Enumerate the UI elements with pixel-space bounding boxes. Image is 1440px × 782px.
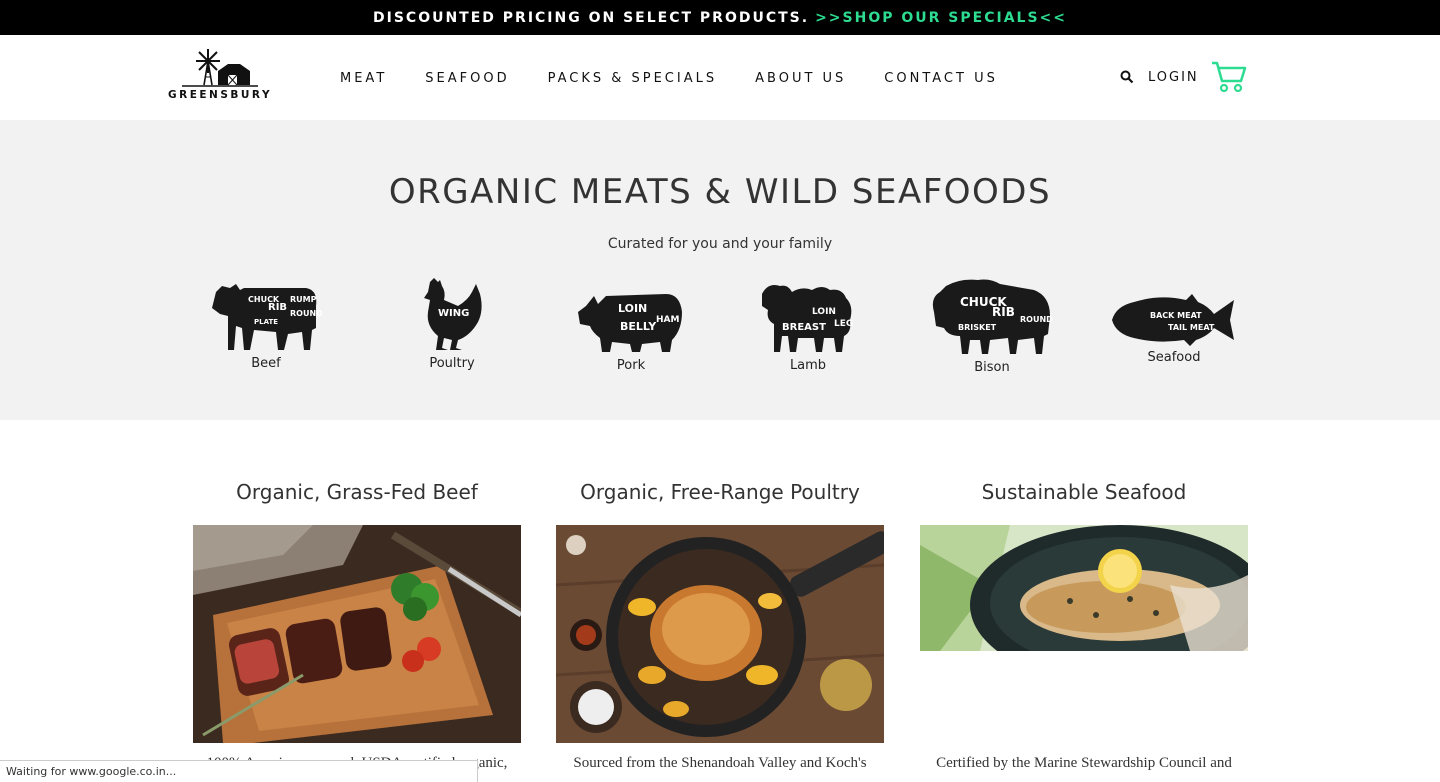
feature-title: Sustainable Seafood [981, 480, 1187, 504]
hero-subtitle: Curated for you and your family [607, 236, 833, 252]
category-label: Beef [251, 356, 281, 371]
cart-icon[interactable] [1211, 59, 1247, 95]
cut-label: TAIL MEAT [1168, 323, 1215, 332]
browser-status-bar: Waiting for www.google.co.in... [0, 760, 478, 782]
cut-label: BRISKET [958, 323, 997, 332]
cut-label: BELLY [620, 320, 657, 333]
feature-seafood: Sustainable Seafood Certified by the Mar… [920, 480, 1248, 771]
shop-specials-link[interactable]: >>SHOP OUR SPECIALS<< [815, 10, 1067, 26]
cut-label: LOIN [812, 307, 836, 317]
promo-text: DISCOUNTED PRICING ON SELECT PRODUCTS. [373, 9, 810, 26]
nav-item-contact-us[interactable]: CONTACT US [884, 71, 998, 86]
farm-logo-icon [182, 49, 258, 87]
cut-label: PLATE [254, 318, 278, 326]
cut-label: LEG [834, 319, 853, 329]
search-icon[interactable] [1120, 70, 1134, 84]
nav-item-packs-specials[interactable]: PACKS & SPECIALS [548, 71, 718, 86]
beef-steak-image[interactable] [193, 525, 521, 743]
nav-item-seafood[interactable]: SEAFOOD [425, 71, 509, 86]
category-label: Poultry [429, 356, 475, 371]
cut-label: RIB [268, 302, 287, 313]
feature-title: Organic, Grass-Fed Beef [236, 480, 478, 504]
chicken-icon: WING [424, 278, 482, 350]
logo[interactable]: GREENSBURY [168, 47, 272, 105]
logo-text: GREENSBURY [168, 89, 273, 101]
category-pork[interactable]: LOIN BELLY HAM Pork [576, 282, 686, 373]
cut-label: HAM [656, 315, 679, 325]
steak-board-picture [193, 525, 521, 743]
category-label: Pork [616, 358, 646, 373]
cut-label: RUMP [290, 295, 317, 304]
site-header: GREENSBURY MEAT SEAFOOD PACKS & SPECIALS… [0, 35, 1440, 120]
category-lamb[interactable]: BREAST LOIN LEG Lamb [758, 280, 858, 373]
category-bison[interactable]: CHUCK RIB BRISKET ROUND Bison [930, 276, 1054, 375]
feature-poultry: Organic, Free-Range Poultry Sourced from… [556, 480, 884, 771]
feature-beef: Organic, Grass-Fed Beef 100% American so… [193, 480, 521, 771]
category-seafood[interactable]: BACK MEAT TAIL MEAT Seafood [1110, 292, 1238, 365]
login-link[interactable]: LOGIN [1148, 70, 1199, 85]
fish-icon: BACK MEAT TAIL MEAT [1112, 294, 1234, 346]
cow-icon: CHUCK RIB RUMP ROUND PLATE [212, 284, 322, 350]
main-nav: MEAT SEAFOOD PACKS & SPECIALS ABOUT US C… [340, 71, 1036, 86]
feature-text: Certified by the Marine Stewardship Coun… [936, 755, 1232, 771]
cut-label: BREAST [782, 322, 826, 333]
cut-label: WING [438, 308, 469, 319]
roast-chicken-image[interactable] [556, 525, 884, 743]
pig-icon: LOIN BELLY HAM [578, 294, 682, 352]
nav-item-meat[interactable]: MEAT [340, 71, 387, 86]
category-label: Lamb [789, 358, 827, 373]
header-actions: LOGIN [1120, 57, 1247, 97]
chicken-skillet-picture [556, 525, 884, 743]
sheep-icon: BREAST LOIN LEG [762, 285, 853, 352]
cut-label: RIB [992, 305, 1015, 319]
fish-pan-picture [920, 525, 1248, 651]
category-label: Bison [974, 360, 1010, 375]
cut-label: ROUND [290, 309, 322, 318]
fish-fillet-image[interactable] [920, 525, 1248, 651]
cut-label: BACK MEAT [1150, 311, 1202, 320]
feature-title: Organic, Free-Range Poultry [580, 480, 860, 504]
category-poultry[interactable]: WING Poultry [410, 276, 494, 371]
category-beef[interactable]: CHUCK RIB RUMP ROUND PLATE Beef [210, 278, 322, 371]
nav-item-about-us[interactable]: ABOUT US [755, 71, 846, 86]
feature-text: Sourced from the Shenandoah Valley and K… [573, 755, 867, 771]
category-label: Seafood [1147, 350, 1201, 365]
bison-icon: CHUCK RIB BRISKET ROUND [932, 279, 1053, 354]
cut-label: ROUND [1020, 315, 1053, 324]
hero-title: ORGANIC MEATS & WILD SEAFOODS [388, 172, 1052, 212]
hero-section: ORGANIC MEATS & WILD SEAFOODS Curated fo… [0, 120, 1440, 420]
promo-bar: DISCOUNTED PRICING ON SELECT PRODUCTS. >… [0, 0, 1440, 35]
cut-label: LOIN [618, 302, 647, 315]
